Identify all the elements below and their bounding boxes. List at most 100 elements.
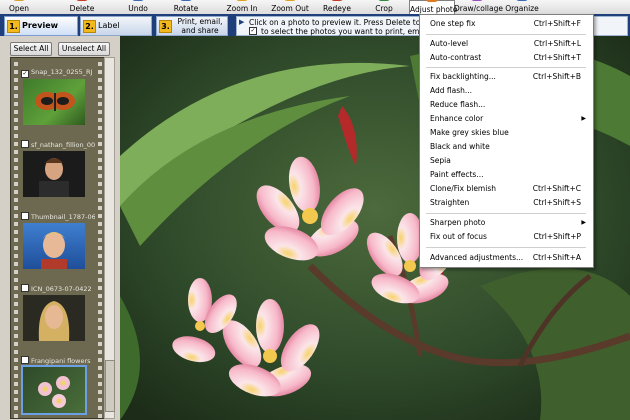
film-perforation bbox=[14, 238, 18, 242]
butterfly-icon bbox=[35, 92, 75, 111]
film-perforation bbox=[98, 390, 102, 394]
open-button[interactable]: Open bbox=[2, 0, 36, 14]
step-label-tab[interactable]: 2. Label bbox=[80, 16, 152, 36]
film-perforation bbox=[14, 326, 18, 330]
menu-separator bbox=[426, 67, 586, 68]
crop-button[interactable]: Crop bbox=[369, 0, 399, 14]
zoom-in-icon bbox=[236, 0, 248, 1]
step-number: 3. bbox=[159, 20, 172, 33]
hint-text-line1: Click on a photo to preview it. Press De… bbox=[249, 18, 435, 27]
menu-item-auto-contrast[interactable]: Auto-contrast Ctrl+Shift+T bbox=[420, 51, 593, 65]
menu-item-reduce-flash[interactable]: Reduce flash... bbox=[420, 98, 593, 112]
film-perforation bbox=[98, 94, 102, 98]
step-number: 2. bbox=[83, 20, 96, 33]
menu-item-one-step-fix[interactable]: One step fix Ctrl+Shift+F bbox=[420, 17, 593, 31]
thumbnail-caption: ICN_0673-07-0422 bbox=[31, 285, 92, 293]
film-perforation bbox=[98, 382, 102, 386]
select-all-button[interactable]: Select All bbox=[10, 42, 52, 56]
film-perforation bbox=[98, 262, 102, 266]
film-strip[interactable]: ✓ Snap_132_0255_RJ sf_nathan_fillion_001 … bbox=[10, 57, 106, 419]
step-label: Print, email, and share bbox=[177, 17, 223, 35]
film-perforation bbox=[14, 142, 18, 146]
menu-item-grey-skies-blue[interactable]: Make grey skies blue bbox=[420, 126, 593, 140]
film-perforation bbox=[98, 214, 102, 218]
film-perforation bbox=[14, 190, 18, 194]
film-perforation bbox=[98, 70, 102, 74]
film-perforation bbox=[98, 174, 102, 178]
film-perforation bbox=[98, 134, 102, 138]
step-preview-tab[interactable]: 1. Preview bbox=[4, 16, 78, 36]
film-perforation bbox=[98, 166, 102, 170]
film-perforation bbox=[14, 206, 18, 210]
thumbnail-caption: Frangipani flowers bbox=[31, 357, 91, 365]
menu-item-sharpen-photo[interactable]: Sharpen photo ▶ bbox=[420, 216, 593, 230]
adjust-photo-button[interactable]: Adjust photo bbox=[409, 0, 457, 15]
film-perforation bbox=[98, 238, 102, 242]
thumbnail-checkbox[interactable] bbox=[21, 356, 29, 364]
film-perforation bbox=[98, 86, 102, 90]
scrollbar-thumb[interactable] bbox=[105, 360, 115, 412]
film-perforation bbox=[14, 270, 18, 274]
film-perforation bbox=[14, 166, 18, 170]
film-perforation bbox=[98, 270, 102, 274]
film-perforation bbox=[98, 366, 102, 370]
step-print-share-tab[interactable]: 3. Print, email, and share bbox=[156, 16, 228, 36]
film-perforation bbox=[98, 302, 102, 306]
thumbnail-checkbox[interactable] bbox=[21, 140, 29, 148]
menu-item-sepia[interactable]: Sepia bbox=[420, 154, 593, 168]
menu-item-straighten[interactable]: Straighten Ctrl+Shift+S bbox=[420, 196, 593, 210]
organize-button[interactable]: Organize bbox=[503, 0, 541, 14]
film-perforation bbox=[14, 110, 18, 114]
menu-item-enhance-color[interactable]: Enhance color ▶ bbox=[420, 112, 593, 126]
menu-item-auto-level[interactable]: Auto-level Ctrl+Shift+L bbox=[420, 37, 593, 51]
thumbnail-checkbox[interactable]: ✓ bbox=[21, 70, 29, 78]
film-perforation bbox=[14, 262, 18, 266]
draw-collage-button[interactable]: Draw/collage bbox=[454, 0, 503, 14]
film-perforation bbox=[98, 230, 102, 234]
film-perforation bbox=[98, 310, 102, 314]
undo-icon bbox=[132, 0, 144, 1]
menu-item-clone-fix-blemish[interactable]: Clone/Fix blemish Ctrl+Shift+C bbox=[420, 182, 593, 196]
adjust-photo-icon bbox=[426, 0, 438, 2]
thumbnail-checkbox[interactable] bbox=[21, 212, 29, 220]
menu-item-add-flash[interactable]: Add flash... bbox=[420, 84, 593, 98]
redeye-button[interactable]: Redeye bbox=[318, 0, 356, 14]
zoom-out-button[interactable]: Zoom Out bbox=[270, 0, 310, 14]
film-perforation bbox=[14, 310, 18, 314]
film-perforation bbox=[98, 342, 102, 346]
film-perforation bbox=[14, 414, 18, 418]
zoom-in-button[interactable]: Zoom In bbox=[222, 0, 262, 14]
film-perforation bbox=[98, 190, 102, 194]
adjust-photo-menu: One step fix Ctrl+Shift+F Auto-level Ctrl+… bbox=[419, 14, 594, 268]
thumbnail-caption: Snap_132_0255_RJ bbox=[31, 68, 93, 76]
film-perforation bbox=[98, 158, 102, 162]
thumbnail-checkbox[interactable] bbox=[21, 284, 29, 292]
menu-item-fix-backlighting[interactable]: Fix backlighting... Ctrl+Shift+B bbox=[420, 70, 593, 84]
film-perforation bbox=[98, 286, 102, 290]
film-perforation bbox=[14, 374, 18, 378]
film-perforation bbox=[14, 366, 18, 370]
film-perforation bbox=[14, 78, 18, 82]
film-perforation bbox=[98, 326, 102, 330]
menu-item-fix-out-of-focus[interactable]: Fix out of focus Ctrl+Shift+P bbox=[420, 230, 593, 244]
rotate-button[interactable]: Rotate bbox=[168, 0, 204, 14]
film-perforation bbox=[98, 334, 102, 338]
film-perforation bbox=[98, 414, 102, 418]
thumbnail-caption: Thumbnail_1787-06-0 bbox=[31, 213, 95, 221]
menu-separator bbox=[426, 34, 586, 35]
menu-separator bbox=[426, 247, 586, 248]
undo-button[interactable]: Undo bbox=[120, 0, 156, 14]
delete-button[interactable]: Delete bbox=[64, 0, 100, 14]
film-perforation bbox=[14, 390, 18, 394]
step-label: Preview bbox=[22, 21, 59, 30]
film-perforation bbox=[14, 150, 18, 154]
film-perforation bbox=[98, 246, 102, 250]
menu-item-black-and-white[interactable]: Black and white bbox=[420, 140, 593, 154]
menu-separator bbox=[426, 213, 586, 214]
menu-item-advanced-adjustments[interactable]: Advanced adjustments... Ctrl+Shift+A bbox=[420, 251, 593, 265]
unselect-all-button[interactable]: Unselect All bbox=[58, 42, 110, 56]
film-perforation bbox=[98, 150, 102, 154]
thumbnail-image bbox=[23, 79, 85, 125]
menu-item-paint-effects[interactable]: Paint effects... bbox=[420, 168, 593, 182]
film-perforation bbox=[14, 94, 18, 98]
